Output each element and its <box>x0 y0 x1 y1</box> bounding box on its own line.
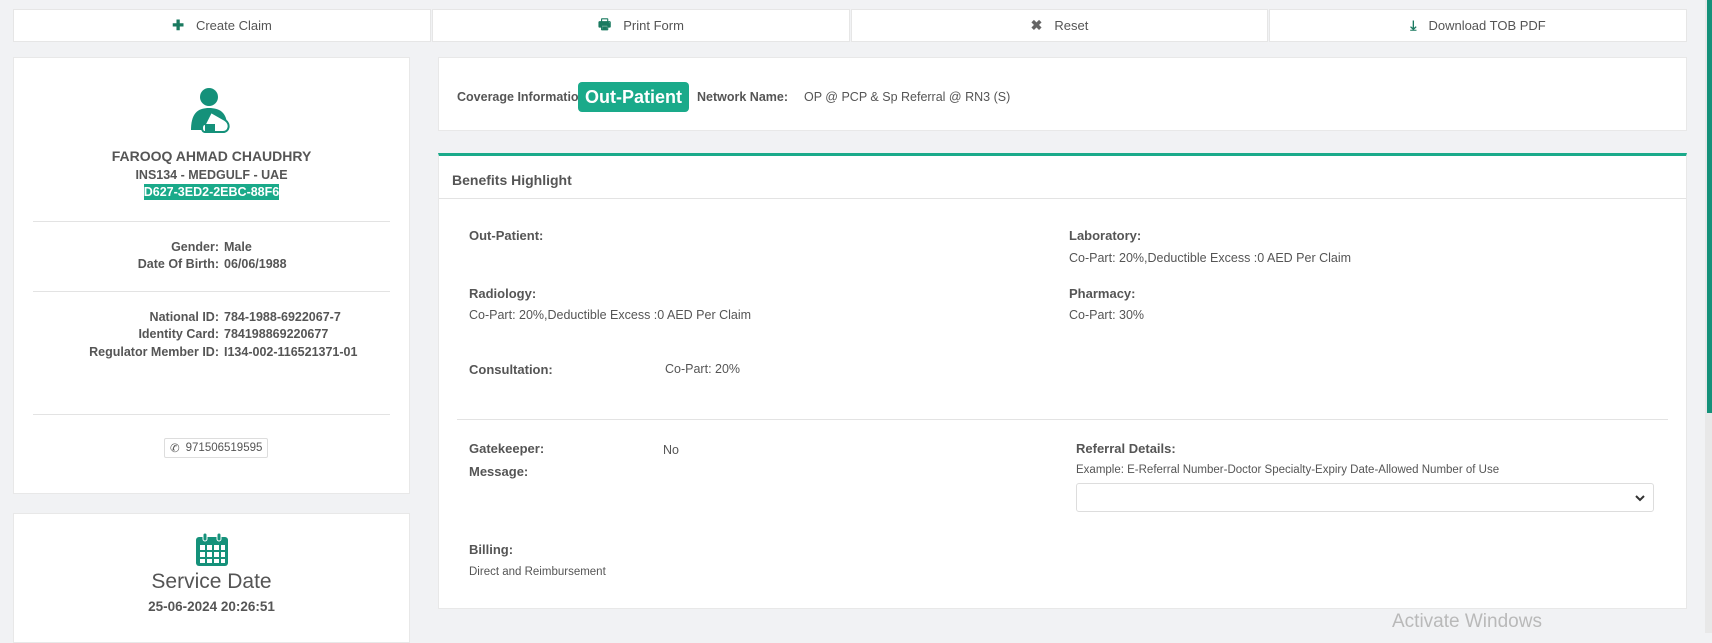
chevron-down-icon <box>1635 495 1645 502</box>
download-tob-label: Download TOB PDF <box>1428 18 1546 33</box>
pharmacy-label: Pharmacy: <box>1069 286 1136 301</box>
billing-value: Direct and Reimbursement <box>469 566 606 578</box>
print-form-label: Print Form <box>623 18 684 33</box>
coverage-card: Coverage Information: Out-Patient Networ… <box>438 57 1687 131</box>
plus-icon: ✚ <box>172 17 184 33</box>
billing-label: Billing: <box>469 542 514 557</box>
scrollbar-thumb[interactable] <box>1707 0 1712 413</box>
divider <box>33 414 390 415</box>
national-id-row: National ID: 784-1988-6922067-7 <box>149 310 341 324</box>
coverage-type-badge: Out-Patient <box>578 82 689 112</box>
divider <box>33 221 390 222</box>
scrollbar-track[interactable] <box>1705 0 1712 633</box>
divider <box>457 419 1668 420</box>
referral-example: Example: E-Referral Number-Doctor Specia… <box>1076 464 1500 476</box>
benefits-title: Benefits Highlight <box>452 172 572 188</box>
laboratory-value: Co-Part: 20%,Deductible Excess :0 AED Pe… <box>1069 251 1352 265</box>
service-date-value: 25-06-2024 20:26:51 <box>148 599 275 614</box>
phone-badge[interactable]: ✆ 971506519595 <box>164 438 269 458</box>
activate-windows-watermark: Activate Windows <box>1392 611 1542 632</box>
referral-details-label: Referral Details: <box>1076 441 1176 456</box>
dob-row: Date Of Birth: 06/06/1988 <box>137 257 287 271</box>
phone-icon: ✆ <box>170 443 180 455</box>
service-date-card: Service Date 25-06-2024 20:26:51 <box>13 513 410 643</box>
consultation-label: Consultation: <box>469 362 553 377</box>
reset-label: Reset <box>1054 18 1089 33</box>
member-card-id: D627-3ED2-2EBC-88F6 <box>143 184 280 200</box>
service-date-title: Service Date <box>151 570 272 593</box>
patient-icon <box>191 88 230 133</box>
laboratory-label: Laboratory: <box>1069 228 1142 243</box>
download-tob-button[interactable]: ⤓ Download TOB PDF <box>1269 9 1687 42</box>
referral-select[interactable] <box>1076 483 1654 512</box>
regulator-id-row: Regulator Member ID: I134-002-116521371-0… <box>89 345 358 359</box>
network-label: Network Name: <box>697 90 788 104</box>
gatekeeper-label: Gatekeeper: <box>469 441 545 456</box>
print-form-button[interactable]: 🖶 Print Form <box>432 9 850 42</box>
create-claim-button[interactable]: ✚ Create Claim <box>13 9 431 42</box>
divider <box>439 198 1686 199</box>
member-name: FAROOQ AHMAD CHAUDHRY <box>111 148 312 164</box>
benefits-card: Benefits Highlight Out-Patient: Laborato… <box>438 153 1687 609</box>
print-icon: 🖶 <box>598 15 612 32</box>
member-insurer: INS134 - MEDGULF - UAE <box>135 168 288 182</box>
calendar-icon <box>196 532 228 566</box>
radiology-value: Co-Part: 20%,Deductible Excess :0 AED Pe… <box>469 308 752 322</box>
close-icon: ✖ <box>1030 17 1043 33</box>
identity-card-row: Identity Card: 784198869220677 <box>138 327 329 341</box>
gender-row: Gender: Male <box>171 240 252 254</box>
network-name: OP @ PCP & Sp Referral @ RN3 (S) <box>804 90 1011 104</box>
coverage-label: Coverage Information: <box>457 90 591 104</box>
message-label: Message: <box>469 464 529 479</box>
gatekeeper-value: No <box>663 443 679 457</box>
phone-number: 971506519595 <box>185 442 263 454</box>
consultation-value: Co-Part: 20% <box>665 362 741 376</box>
member-card: FAROOQ AHMAD CHAUDHRY INS134 - MEDGULF -… <box>13 57 410 494</box>
create-claim-label: Create Claim <box>195 18 272 33</box>
out-patient-label: Out-Patient: <box>469 228 544 243</box>
divider <box>33 291 390 292</box>
reset-button[interactable]: ✖ Reset <box>851 9 1268 42</box>
radiology-label: Radiology: <box>469 286 537 301</box>
download-icon: ⤓ <box>1410 17 1417 33</box>
pharmacy-value: Co-Part: 30% <box>1069 308 1145 322</box>
